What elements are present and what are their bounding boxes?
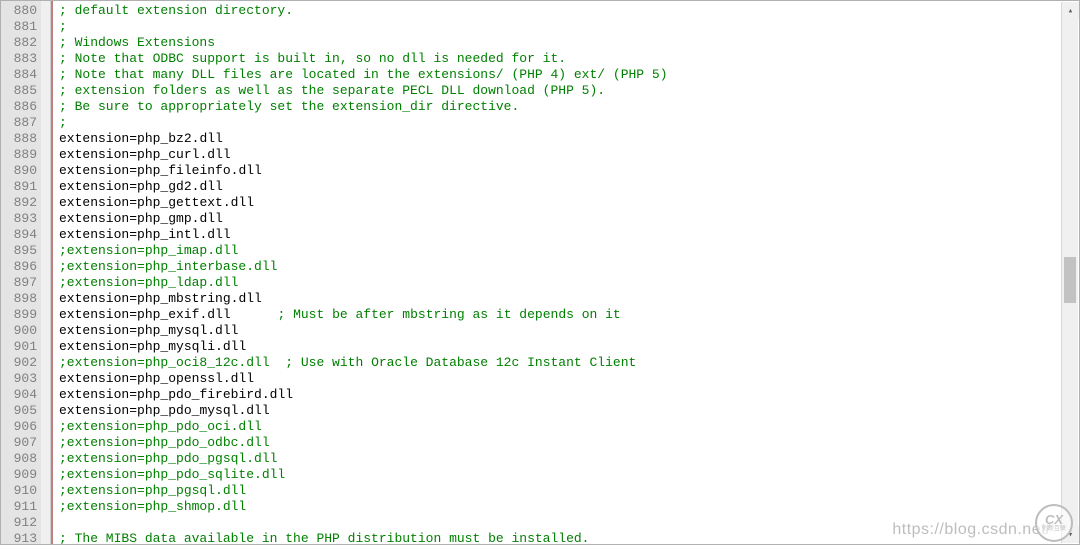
line-number: 896	[1, 259, 37, 275]
line-number: 891	[1, 179, 37, 195]
scroll-track[interactable]	[1062, 19, 1078, 526]
code-line[interactable]: ;extension=php_pgsql.dll	[59, 483, 1079, 499]
code-line[interactable]: ;extension=php_pdo_oci.dll	[59, 419, 1079, 435]
line-number: 889	[1, 147, 37, 163]
line-number-gutter: 8808818828838848858868878888898908918928…	[1, 1, 41, 544]
code-line[interactable]: extension=php_exif.dll ; Must be after m…	[59, 307, 1079, 323]
line-number: 887	[1, 115, 37, 131]
line-number: 888	[1, 131, 37, 147]
line-number: 903	[1, 371, 37, 387]
code-line[interactable]: ;extension=php_oci8_12c.dll ; Use with O…	[59, 355, 1079, 371]
code-line[interactable]: extension=php_mysql.dll	[59, 323, 1079, 339]
line-number: 885	[1, 83, 37, 99]
line-number: 906	[1, 419, 37, 435]
vertical-scrollbar[interactable]: ▴ ▾	[1061, 2, 1078, 543]
line-number: 881	[1, 19, 37, 35]
code-line[interactable]: extension=php_mbstring.dll	[59, 291, 1079, 307]
code-line[interactable]: extension=php_pdo_mysql.dll	[59, 403, 1079, 419]
line-number: 908	[1, 451, 37, 467]
line-number: 910	[1, 483, 37, 499]
line-number: 893	[1, 211, 37, 227]
line-number: 900	[1, 323, 37, 339]
line-number: 905	[1, 403, 37, 419]
code-line[interactable]: ; Note that ODBC support is built in, so…	[59, 51, 1079, 67]
line-number: 880	[1, 3, 37, 19]
code-line[interactable]: ; Windows Extensions	[59, 35, 1079, 51]
line-number: 886	[1, 99, 37, 115]
code-line[interactable]: ;	[59, 19, 1079, 35]
line-number: 912	[1, 515, 37, 531]
code-line[interactable]: ; Be sure to appropriately set the exten…	[59, 99, 1079, 115]
code-line[interactable]: ;extension=php_shmop.dll	[59, 499, 1079, 515]
line-number: 911	[1, 499, 37, 515]
line-number: 898	[1, 291, 37, 307]
code-line[interactable]: ;extension=php_pdo_pgsql.dll	[59, 451, 1079, 467]
line-number: 884	[1, 67, 37, 83]
code-line[interactable]: ; The MIBS data available in the PHP dis…	[59, 531, 1079, 544]
code-line[interactable]: extension=php_mysqli.dll	[59, 339, 1079, 355]
code-line[interactable]	[59, 515, 1079, 531]
line-number: 883	[1, 51, 37, 67]
code-line[interactable]: extension=php_gmp.dll	[59, 211, 1079, 227]
scroll-up-button[interactable]: ▴	[1062, 2, 1079, 19]
code-line[interactable]: extension=php_gettext.dll	[59, 195, 1079, 211]
line-number: 890	[1, 163, 37, 179]
code-area[interactable]: ; default extension directory.;; Windows…	[53, 1, 1079, 544]
code-line[interactable]: ; Note that many DLL files are located i…	[59, 67, 1079, 83]
code-line[interactable]: ;extension=php_pdo_odbc.dll	[59, 435, 1079, 451]
code-line[interactable]: ; extension folders as well as the separ…	[59, 83, 1079, 99]
line-number: 904	[1, 387, 37, 403]
code-line[interactable]: extension=php_openssl.dll	[59, 371, 1079, 387]
line-number: 913	[1, 531, 37, 544]
code-line[interactable]: ;extension=php_imap.dll	[59, 243, 1079, 259]
code-line[interactable]: ;extension=php_interbase.dll	[59, 259, 1079, 275]
line-number: 899	[1, 307, 37, 323]
code-line[interactable]: extension=php_curl.dll	[59, 147, 1079, 163]
code-line[interactable]: extension=php_bz2.dll	[59, 131, 1079, 147]
code-line[interactable]: extension=php_gd2.dll	[59, 179, 1079, 195]
code-line[interactable]: ;extension=php_pdo_sqlite.dll	[59, 467, 1079, 483]
line-number: 902	[1, 355, 37, 371]
code-line[interactable]: extension=php_pdo_firebird.dll	[59, 387, 1079, 403]
code-line[interactable]: ;extension=php_ldap.dll	[59, 275, 1079, 291]
line-number: 907	[1, 435, 37, 451]
line-number: 901	[1, 339, 37, 355]
line-number: 909	[1, 467, 37, 483]
line-number: 882	[1, 35, 37, 51]
scroll-thumb[interactable]	[1064, 257, 1076, 303]
line-number: 892	[1, 195, 37, 211]
code-line[interactable]: extension=php_fileinfo.dll	[59, 163, 1079, 179]
code-line[interactable]: ;	[59, 115, 1079, 131]
code-line[interactable]: ; default extension directory.	[59, 3, 1079, 19]
code-line[interactable]: extension=php_intl.dll	[59, 227, 1079, 243]
line-number: 895	[1, 243, 37, 259]
scroll-down-button[interactable]: ▾	[1062, 526, 1079, 543]
line-number: 897	[1, 275, 37, 291]
fold-margin	[41, 1, 51, 544]
line-number: 894	[1, 227, 37, 243]
code-editor: 8808818828838848858868878888898908918928…	[0, 0, 1080, 545]
